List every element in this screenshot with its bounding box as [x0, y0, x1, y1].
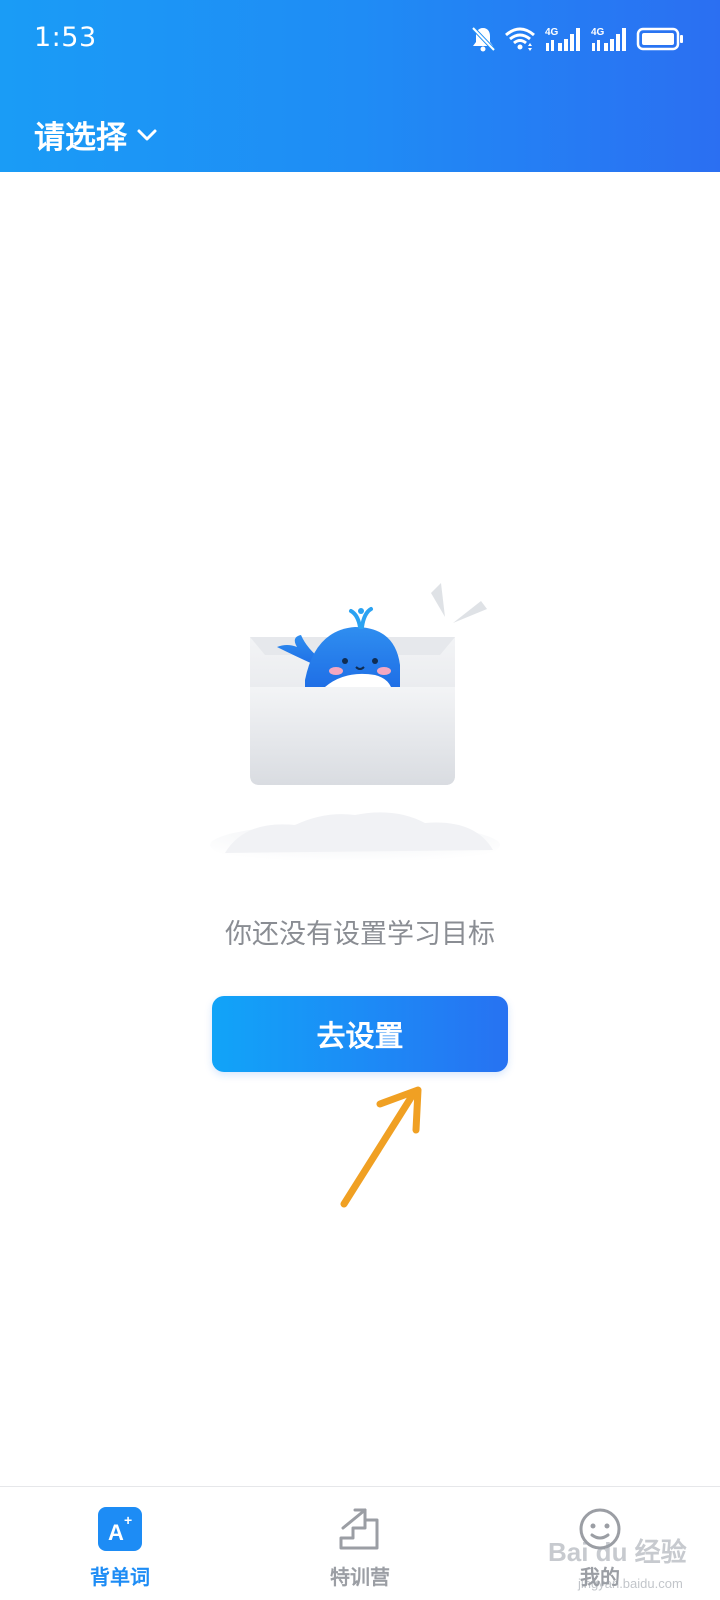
svg-text:+: + — [124, 1512, 132, 1528]
svg-text:A: A — [108, 1520, 124, 1545]
signal-4g-icon-2: 4G — [591, 27, 626, 51]
empty-state-message: 你还没有设置学习目标 — [225, 919, 495, 950]
battery-icon — [636, 27, 683, 51]
go-settings-button[interactable]: 去设置 — [212, 996, 508, 1072]
target-selector[interactable]: 请选择 — [34, 112, 159, 157]
app-root: 1:53 4G 4G 请选择 你还没有设置学习目标 去设置 A + 背单词 特训… — [0, 0, 720, 1600]
wifi-icon — [505, 27, 535, 51]
page-title: 请选择 — [34, 120, 127, 156]
signal-4g-icon: 4G — [545, 27, 580, 51]
watermark-url: jingyan.baidu.com — [578, 1576, 683, 1591]
nav-item-training[interactable]: 特训营 — [240, 1487, 480, 1600]
nav-label-training: 特训营 — [330, 1565, 390, 1589]
status-time: 1:53 — [34, 22, 97, 53]
arrow-annotation-icon — [340, 1086, 422, 1208]
svg-text:4G: 4G — [591, 27, 605, 38]
whale-box-illustration — [210, 583, 500, 860]
baidu-watermark: Bai du 经验 — [548, 1532, 687, 1569]
chevron-down-icon — [137, 129, 157, 140]
vocab-a-plus-icon: A + — [98, 1507, 142, 1551]
nav-item-vocab[interactable]: A + 背单词 — [0, 1487, 240, 1600]
watermark-brand: Bai du 经验 — [548, 1537, 687, 1567]
stairs-up-icon — [339, 1508, 379, 1550]
status-bar: 1:53 4G 4G — [0, 0, 720, 80]
mute-bell-icon — [471, 26, 496, 52]
status-icons: 4G 4G — [470, 24, 684, 54]
nav-label-vocab: 背单词 — [90, 1565, 150, 1589]
svg-text:4G: 4G — [545, 27, 559, 38]
top-header: 1:53 4G 4G 请选择 — [0, 0, 720, 172]
